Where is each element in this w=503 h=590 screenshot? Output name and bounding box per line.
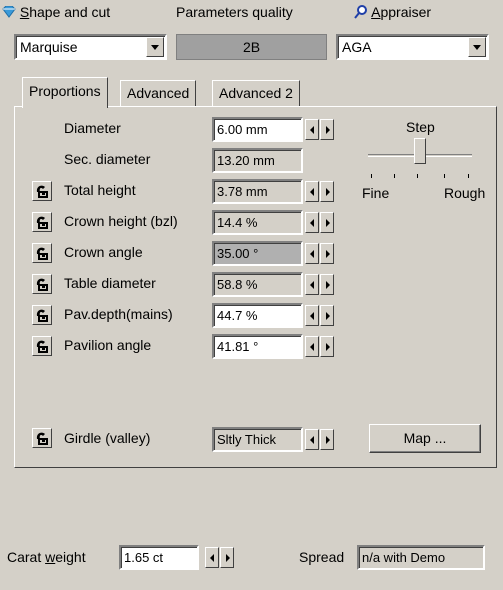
tab-advanced[interactable]: Advanced — [120, 80, 197, 106]
row-label: Diameter — [64, 120, 121, 136]
increment-button[interactable] — [320, 274, 334, 295]
row-value-field[interactable]: 58.8 % — [212, 272, 303, 297]
step-slider-thumb[interactable] — [414, 138, 426, 164]
parameters-quality-value: 2B — [176, 34, 327, 60]
decrement-button[interactable] — [305, 119, 319, 140]
step-max-label: Rough — [444, 185, 486, 201]
lock-icon[interactable] — [32, 336, 52, 356]
decrement-button[interactable] — [305, 212, 319, 233]
carat-increment[interactable] — [220, 547, 234, 568]
lock-icon[interactable] — [32, 212, 52, 232]
slider-tick — [394, 174, 395, 178]
increment-button[interactable] — [320, 181, 334, 202]
shape-value: Marquise — [20, 39, 78, 55]
increment-button[interactable] — [320, 119, 334, 140]
row-label: Total height — [64, 182, 136, 198]
carat-decrement[interactable] — [205, 547, 219, 568]
chevron-down-icon[interactable] — [468, 37, 486, 57]
tab-advanced-2[interactable]: Advanced 2 — [212, 80, 300, 106]
slider-tick — [371, 174, 372, 178]
row-value-field[interactable]: 6.00 mm — [212, 117, 303, 142]
tab-proportions[interactable]: Proportions — [22, 77, 108, 108]
row-label: Crown angle — [64, 244, 143, 260]
increment-button[interactable] — [320, 336, 334, 357]
slider-tick — [468, 174, 469, 178]
decrement-button[interactable] — [305, 181, 319, 202]
increment-button[interactable] — [320, 212, 334, 233]
girdle-field[interactable]: Sltly Thick — [212, 427, 303, 452]
step-title: Step — [406, 119, 435, 135]
magnifier-icon — [354, 5, 368, 19]
parameters-quality-label: Parameters quality — [176, 4, 293, 20]
girdle-label: Girdle (valley) — [64, 430, 151, 446]
girdle-decrement[interactable] — [305, 429, 319, 450]
row-label: Table diameter — [64, 275, 156, 291]
gem-icon — [2, 5, 16, 18]
increment-button[interactable] — [320, 305, 334, 326]
increment-button[interactable] — [320, 243, 334, 264]
row-value-field[interactable]: 35.00 ° — [212, 241, 303, 266]
chevron-down-icon[interactable] — [146, 37, 164, 57]
decrement-button[interactable] — [305, 336, 319, 357]
lock-icon[interactable] — [32, 274, 52, 294]
appraiser-value: AGA — [342, 39, 372, 55]
spread-label: Spread — [299, 549, 345, 565]
carat-weight-label: Carat weight — [7, 549, 86, 565]
shape-select[interactable]: Marquise — [14, 34, 167, 60]
step-min-label: Fine — [362, 185, 390, 201]
carat-weight-input[interactable]: 1.65 ct — [119, 545, 199, 570]
lock-icon[interactable] — [32, 428, 52, 448]
row-value-field[interactable]: 3.78 mm — [212, 179, 303, 204]
row-label: Crown height (bzl) — [64, 213, 178, 229]
decrement-button[interactable] — [305, 243, 319, 264]
row-value-field[interactable]: 41.81 ° — [212, 334, 303, 359]
row-label: Pavilion angle — [64, 337, 152, 353]
lock-icon[interactable] — [32, 243, 52, 263]
appraiser-label: Appraiser — [354, 4, 431, 20]
appraiser-select[interactable]: AGA — [336, 34, 489, 60]
row-label: Pav.depth(mains) — [64, 306, 173, 322]
slider-tick — [417, 174, 418, 178]
row-label: Sec. diameter — [64, 151, 151, 167]
map-button[interactable]: Map ... — [369, 424, 481, 453]
lock-icon[interactable] — [32, 305, 52, 325]
lock-icon[interactable] — [32, 181, 52, 201]
row-value-field[interactable]: 14.4 % — [212, 210, 303, 235]
shape-and-cut-label: Shape and cut — [2, 4, 110, 20]
row-value-field[interactable]: 44.7 % — [212, 303, 303, 328]
decrement-button[interactable] — [305, 305, 319, 326]
row-value-field[interactable]: 13.20 mm — [212, 148, 303, 173]
decrement-button[interactable] — [305, 274, 319, 295]
slider-tick — [444, 174, 445, 178]
girdle-increment[interactable] — [320, 429, 334, 450]
spread-value: n/a with Demo — [357, 545, 485, 570]
